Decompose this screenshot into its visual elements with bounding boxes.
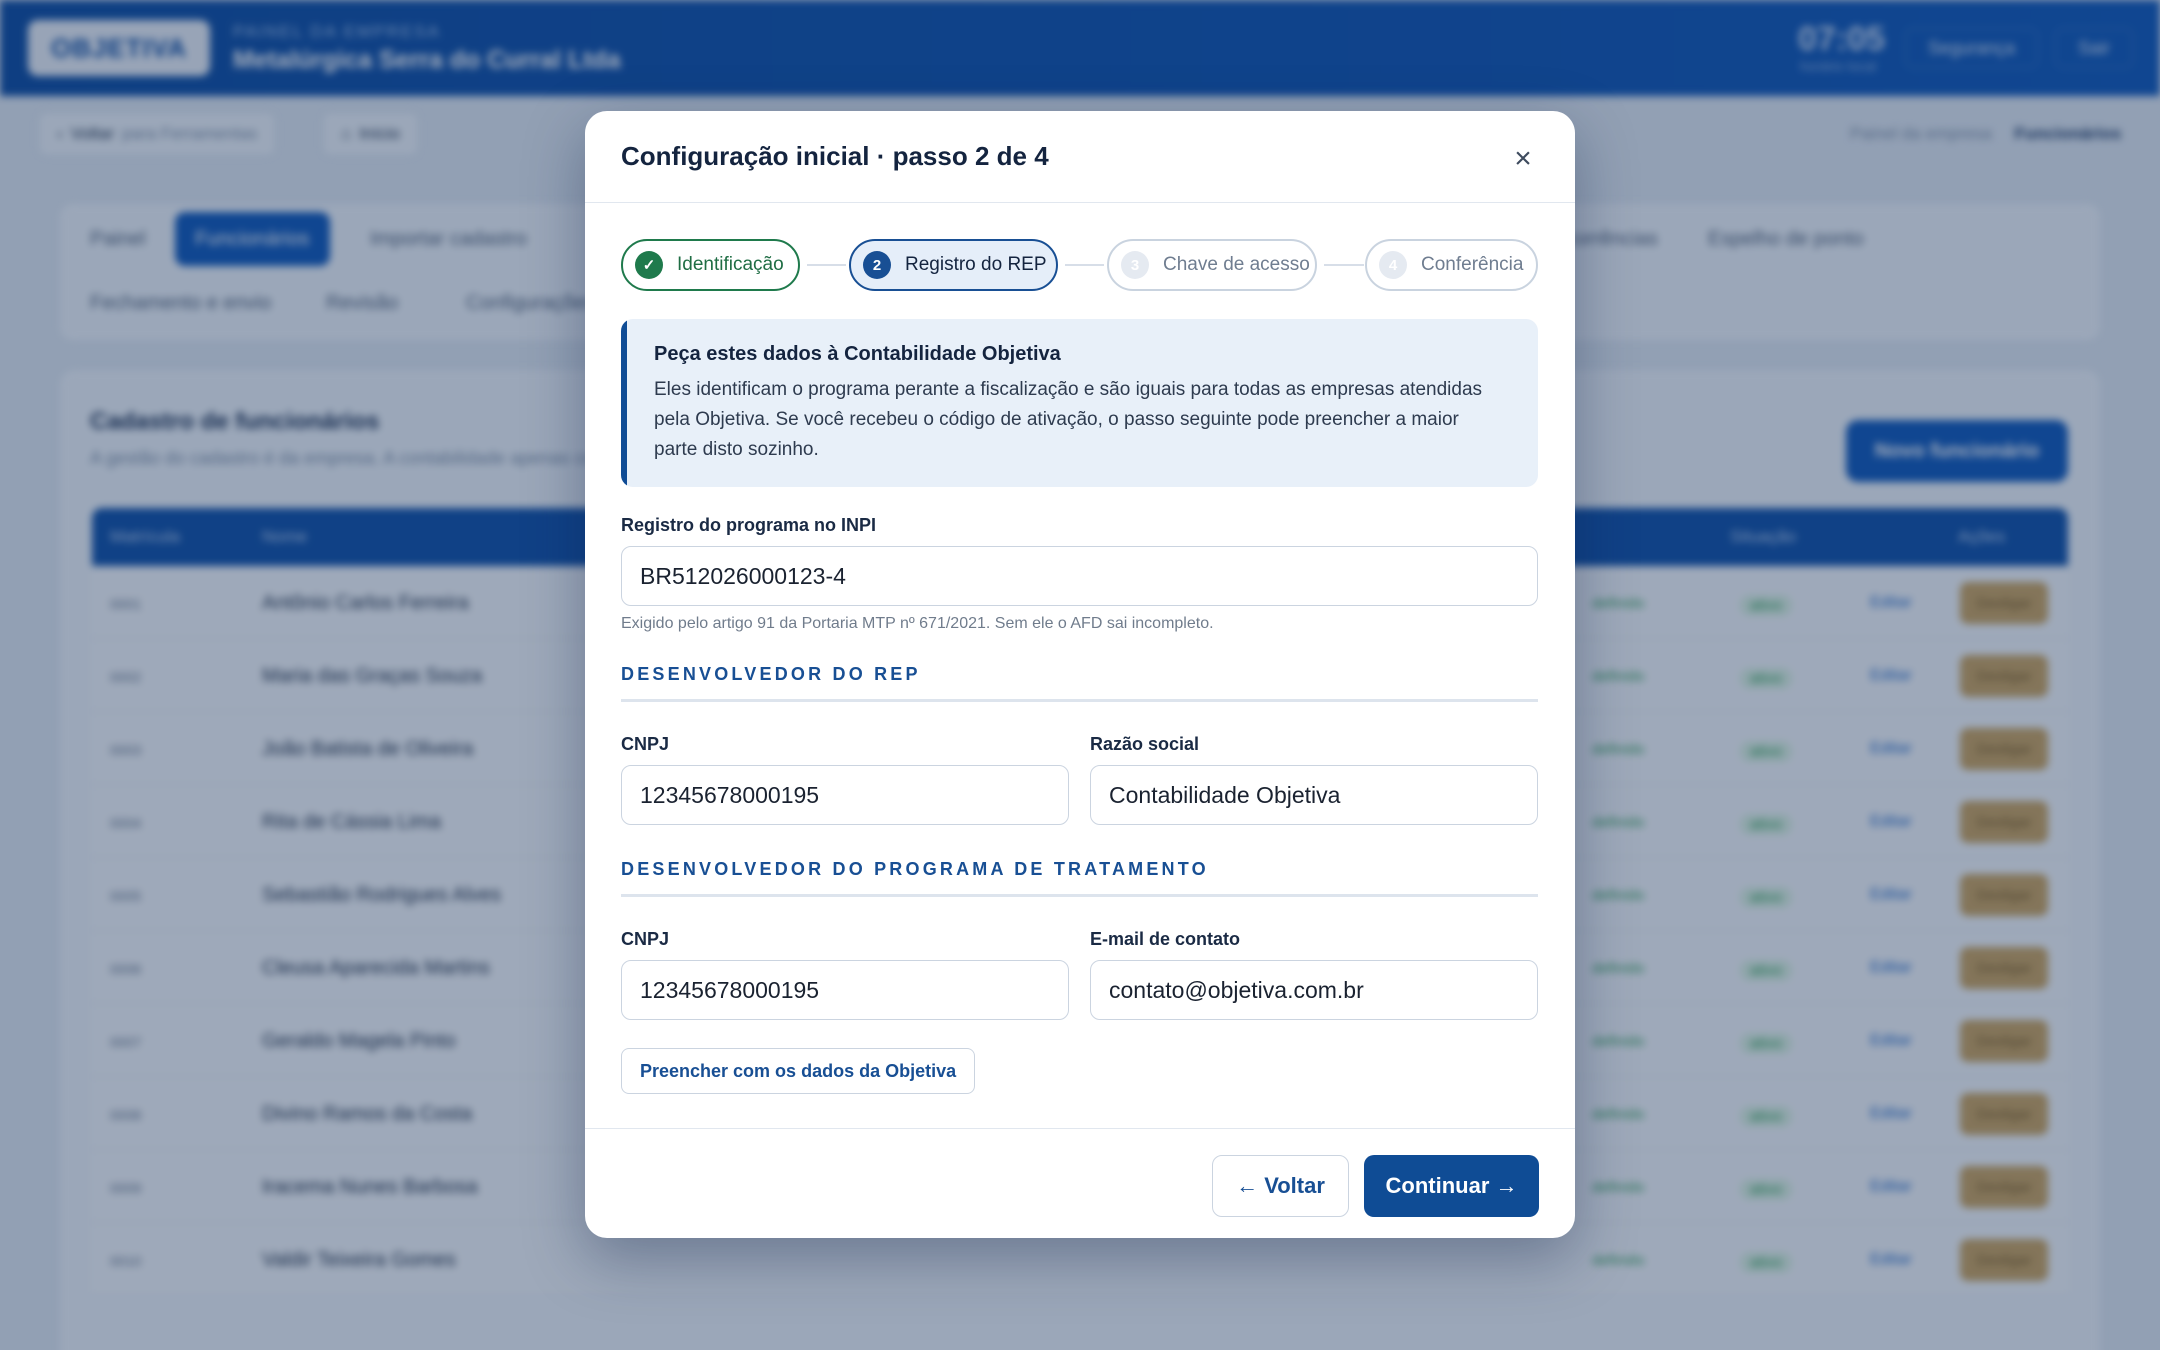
continue-button[interactable]: Continuar →	[1364, 1155, 1539, 1217]
step-conferencia[interactable]: 4 Conferência	[1365, 239, 1538, 291]
step-identificacao[interactable]: ✓ Identificação	[621, 239, 800, 291]
modal-header: Configuração inicial · passo 2 de 4 ×	[585, 111, 1575, 203]
rep-cnpj-input[interactable]	[621, 765, 1069, 825]
section-treatment-developer: DESENVOLVEDOR DO PROGRAMA DE TRATAMENTO	[621, 859, 1538, 897]
step-label: Chave de acesso	[1163, 254, 1310, 275]
step-label: Conferência	[1421, 254, 1524, 275]
section-rep-developer: DESENVOLVEDOR DO REP	[621, 664, 1538, 702]
step-number: 2	[863, 251, 891, 279]
fill-objetiva-button[interactable]: Preencher com os dados da Objetiva	[621, 1048, 976, 1094]
back-button[interactable]: ← Voltar	[1212, 1155, 1349, 1217]
step-number: 3	[1121, 251, 1149, 279]
rep-razao-input[interactable]	[1090, 765, 1538, 825]
inpi-label: Registro do programa no INPI	[621, 515, 877, 535]
step-label: Registro do REP	[905, 254, 1047, 275]
step-connector	[1324, 264, 1364, 266]
info-callout: Peça estes dados à Contabilidade Objetiv…	[621, 319, 1538, 487]
modal-title: Configuração inicial · passo 2 de 4	[621, 141, 1049, 171]
step-connector	[807, 264, 846, 266]
rep-cnpj-label: CNPJ	[621, 734, 670, 754]
inpi-hint: Exigido pelo artigo 91 da Portaria MTP n…	[621, 615, 1214, 632]
info-text: Eles identificam o programa perante a fi…	[654, 379, 1483, 460]
close-icon[interactable]: ×	[1505, 141, 1541, 177]
inpi-input[interactable]	[621, 546, 1538, 606]
step-chave-acesso[interactable]: 3 Chave de acesso	[1107, 239, 1317, 291]
trat-email-input[interactable]	[1090, 960, 1538, 1020]
trat-email-label: E-mail de contato	[1090, 929, 1241, 949]
step-connector	[1065, 264, 1104, 266]
trat-cnpj-input[interactable]	[621, 960, 1069, 1020]
step-registro-rep[interactable]: 2 Registro do REP	[849, 239, 1058, 291]
trat-cnpj-label: CNPJ	[621, 929, 670, 949]
modal-footer: ← Voltar Continuar →	[585, 1128, 1575, 1238]
step-label: Identificação	[677, 254, 784, 275]
step-number: 4	[1379, 251, 1407, 279]
setup-modal: Configuração inicial · passo 2 de 4 × ✓ …	[585, 111, 1575, 1238]
info-title: Peça estes dados à Contabilidade Objetiv…	[654, 343, 1061, 365]
check-icon: ✓	[635, 251, 663, 279]
rep-razao-label: Razão social	[1090, 734, 1200, 754]
